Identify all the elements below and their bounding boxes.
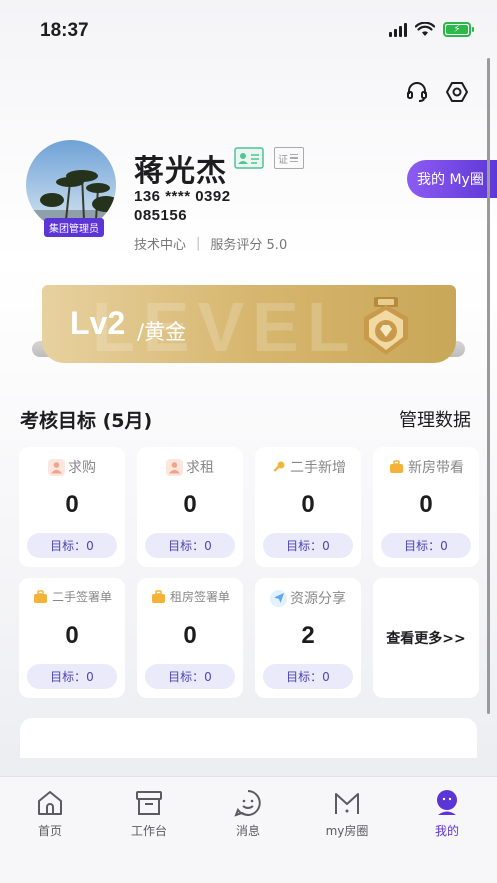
metric-card-second-hand-new[interactable]: 二手新增 0 目标：0 [255,447,361,567]
status-time: 18:37 [40,20,89,41]
tab-my-circle[interactable]: my房圈 [297,777,397,849]
metric-value: 0 [183,491,197,518]
tab-workbench[interactable]: 工作台 [99,777,199,849]
metric-label: 二手签署单 [19,588,125,605]
person-icon [166,458,183,476]
manage-data-link[interactable]: 管理数据 [399,406,471,432]
top-actions [405,80,469,104]
metric-target: 目标：0 [263,664,353,689]
metric-card-new-house-visit[interactable]: 新房带看 0 目标：0 [373,447,479,567]
id-card-icon[interactable] [234,147,264,169]
send-icon [270,589,287,607]
briefcase-icon [32,588,49,605]
headset-icon[interactable] [405,80,429,104]
user-meta: 技术中心 | 服务评分 5.0 [134,234,287,253]
metric-label: 资源分享 [255,588,361,608]
avatar-palm-trees-image [26,140,116,230]
metric-value: 0 [183,622,197,649]
status-icons: ⚡ [389,22,474,37]
my-circle-button[interactable]: 我的 My圈 [407,160,497,198]
profile-icon [437,790,457,815]
tab-mine[interactable]: 我的 [397,777,497,849]
phone-number: 136 **** 0392 [134,188,231,205]
tab-label: my房圈 [325,824,369,838]
briefcase-icon [388,459,405,476]
level-banner[interactable]: LEVEL Lv2 /黄金 [42,285,456,363]
certificate-label: 证 [278,154,288,166]
metric-card-rental-contract[interactable]: 租房签署单 0 目标：0 [137,578,243,698]
metric-card-resource-share[interactable]: 资源分享 2 目标：0 [255,578,361,698]
metric-label: 租房签署单 [137,588,243,605]
user-name: 蒋光杰 [134,154,227,189]
metric-label: 新房带看 [373,457,479,477]
key-icon [270,459,287,476]
level-number: Lv2 [70,305,126,341]
status-bar: 18:37 ⚡ [0,0,497,56]
metric-target: 目标：0 [145,664,235,689]
archive-icon [136,791,162,815]
assessment-title: 考核目标 (5月) [20,410,153,432]
user-code: 085156 [134,207,188,224]
metric-label: 二手新增 [255,457,361,477]
battery-charging-icon: ⚡ [443,22,474,37]
metric-value: 0 [65,491,79,518]
level-watermark: LEVEL [92,288,358,363]
settings-icon[interactable] [445,80,469,104]
department: 技术中心 [134,238,187,253]
role-badge: 集团管理员 [44,218,104,237]
metric-target: 目标：0 [27,533,117,558]
circle-m-icon [335,793,359,814]
service-rating: 服务评分 5.0 [210,238,288,253]
metric-label: 求购 [19,457,125,477]
level-tier: /黄金 [137,320,187,344]
home-icon [38,791,62,815]
metric-target: 目标：0 [27,664,117,689]
certificate-icon[interactable]: 证 [274,147,304,169]
wifi-icon [415,22,435,36]
metric-card-second-hand-contract[interactable]: 二手签署单 0 目标：0 [19,578,125,698]
metric-target: 目标：0 [263,533,353,558]
tab-label: 消息 [235,824,260,838]
cellular-signal-icon [389,22,407,37]
metric-target: 目标：0 [381,533,471,558]
next-section-panel [20,718,477,758]
person-icon [48,458,65,476]
metric-value: 0 [65,622,79,649]
avatar-wrap[interactable]: 集团管理员 [26,140,116,237]
metric-value: 0 [301,491,315,518]
level-card[interactable]: LEVEL Lv2 /黄金 [32,283,465,368]
tab-label: 首页 [37,824,62,838]
tab-messages[interactable]: 消息 [198,777,298,849]
metric-value: 0 [419,491,433,518]
metric-value: 2 [301,622,315,649]
tab-label: 我的 [434,824,459,838]
tab-home[interactable]: 首页 [0,777,100,849]
briefcase-icon [150,588,167,605]
avatar[interactable] [26,140,116,230]
gold-medal-icon [364,297,408,355]
metric-card-purchase[interactable]: 求购 0 目标：0 [19,447,125,567]
metric-card-rent-request[interactable]: 求租 0 目标：0 [137,447,243,567]
view-more-button[interactable]: 查看更多>> [373,578,479,698]
tab-bar: 首页 工作台 消息 my房圈 我的 [0,776,497,883]
divider: | [196,236,201,251]
metric-label: 求租 [137,457,243,477]
metric-target: 目标：0 [145,533,235,558]
scrollbar[interactable] [487,58,490,714]
tab-label: 工作台 [130,824,167,838]
message-icon [234,790,261,817]
